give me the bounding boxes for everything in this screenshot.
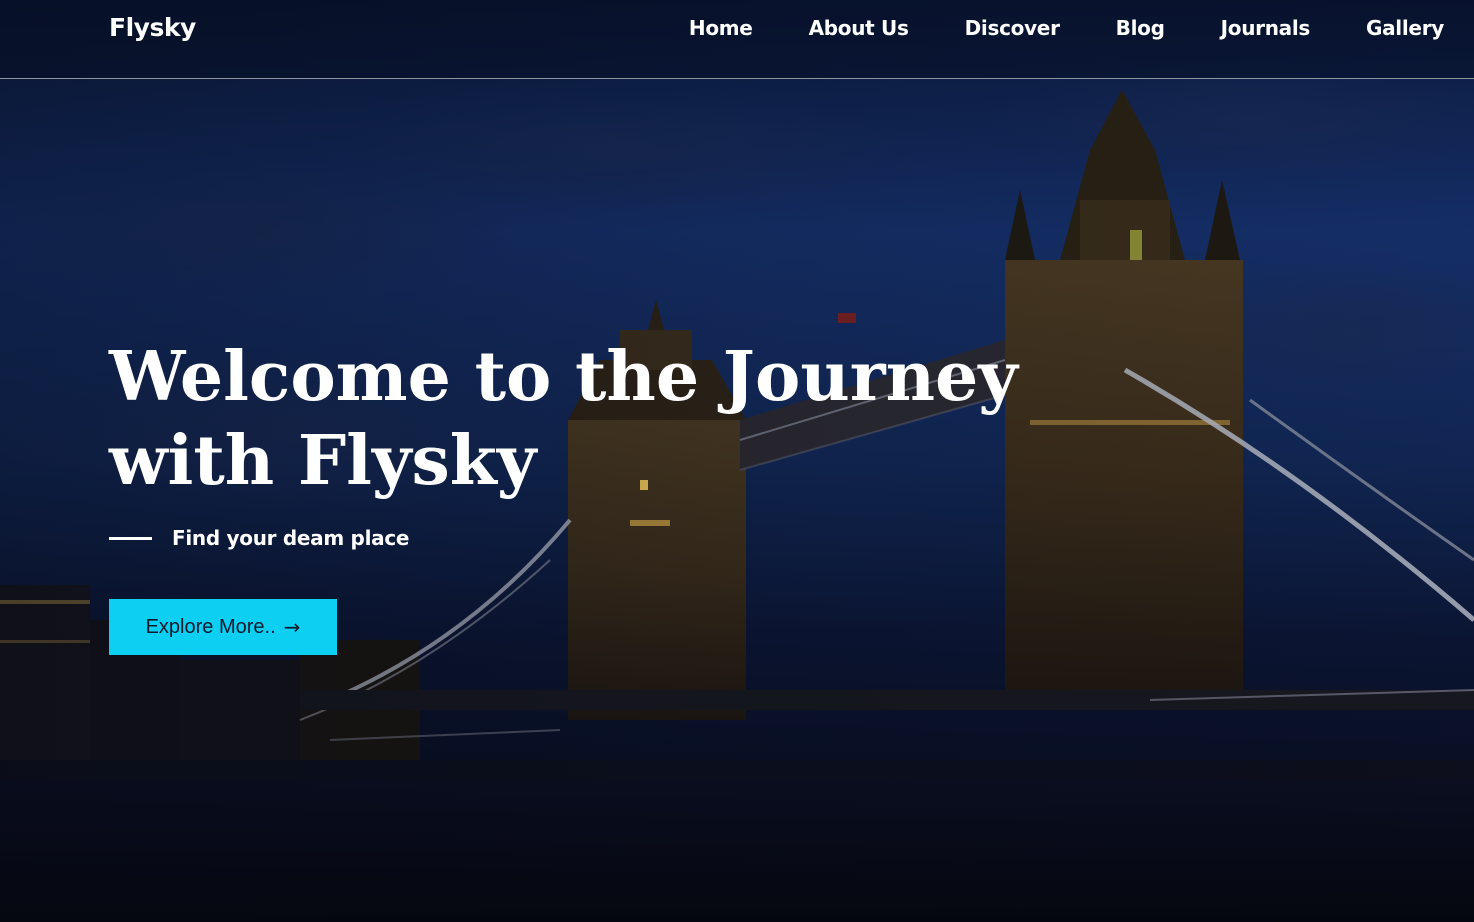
navbar: Flysky Home About Us Discover Blog Journ…	[0, 0, 1474, 79]
page: Flysky Home About Us Discover Blog Journ…	[0, 0, 1474, 922]
nav-gallery[interactable]: Gallery	[1366, 16, 1444, 40]
nav-menu: Home About Us Discover Blog Journals Gal…	[633, 16, 1444, 40]
nav-blog[interactable]: Blog	[1116, 16, 1165, 40]
arrow-right-icon: →	[283, 615, 301, 639]
hero-tagline: Find your deam place	[109, 526, 409, 550]
explore-more-label: Explore More..	[145, 615, 276, 638]
nav-discover[interactable]: Discover	[965, 16, 1060, 40]
brand-logo[interactable]: Flysky	[109, 13, 196, 42]
explore-more-button[interactable]: Explore More.. →	[109, 599, 337, 655]
nav-home[interactable]: Home	[689, 16, 753, 40]
nav-about-us[interactable]: About Us	[809, 16, 909, 40]
tagline-text: Find your deam place	[172, 526, 410, 550]
hero-title: Welcome to the Journey with Flysky	[109, 337, 1018, 501]
tagline-divider	[109, 536, 152, 540]
nav-journals[interactable]: Journals	[1221, 16, 1311, 40]
